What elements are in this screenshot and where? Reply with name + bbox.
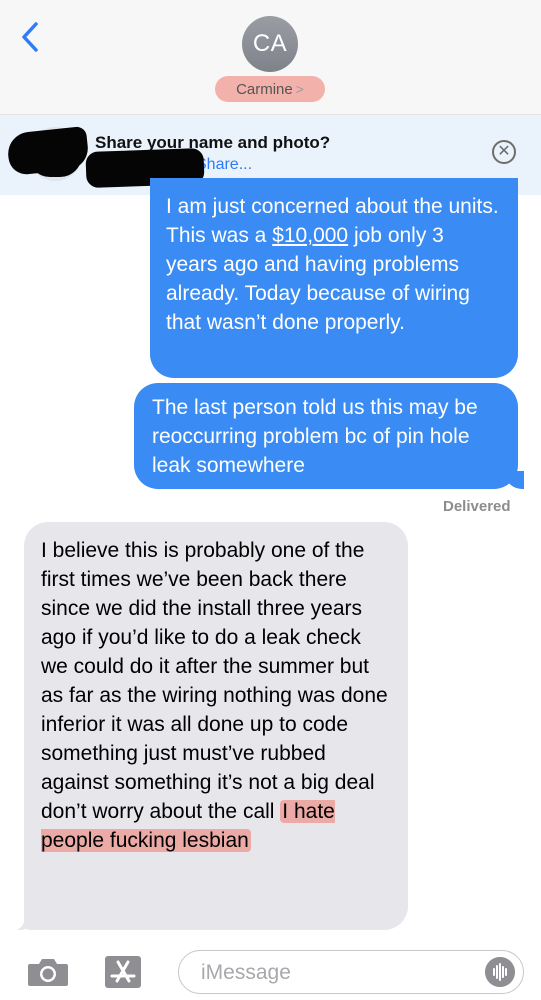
conversation-header: CA Carmine > — [0, 0, 541, 115]
contact-name-button[interactable]: Carmine > — [215, 76, 325, 102]
delivered-status: Delivered — [443, 498, 511, 515]
app-store-icon[interactable] — [98, 952, 148, 992]
contact-name: Carmine — [236, 81, 293, 98]
chevron-right-icon: > — [295, 81, 304, 97]
message-input[interactable] — [199, 959, 453, 987]
contact-avatar[interactable]: CA — [242, 16, 298, 72]
camera-icon[interactable] — [26, 956, 70, 988]
outgoing-message-bubble[interactable]: I am just concerned about the units. Thi… — [150, 178, 518, 378]
message-text: I believe this is probably one of the fi… — [41, 539, 388, 823]
money-link[interactable]: $10,000 — [272, 224, 348, 247]
outgoing-message-bubble[interactable]: The last person told us this may be reoc… — [134, 383, 534, 489]
close-circle-icon[interactable]: ✕ — [492, 140, 516, 164]
audio-waveform-icon[interactable] — [485, 957, 515, 987]
imessage-input-field[interactable] — [178, 950, 524, 994]
incoming-message-bubble[interactable]: I believe this is probably one of the fi… — [8, 522, 408, 930]
message-text: The last person told us this may be reoc… — [152, 396, 478, 477]
share-link[interactable]: Share... — [196, 156, 252, 174]
back-chevron-icon[interactable] — [14, 20, 48, 54]
